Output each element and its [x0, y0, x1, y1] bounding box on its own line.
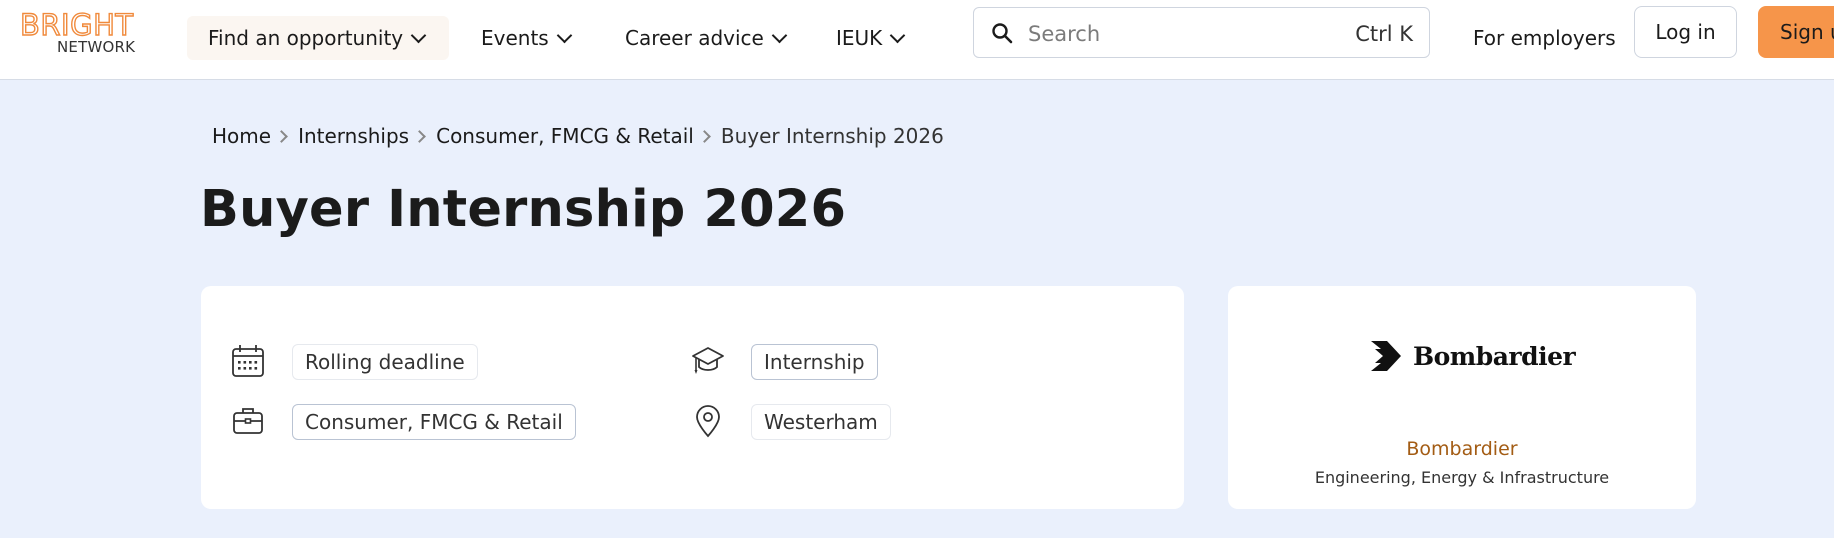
opportunity-type-tag[interactable]: Internship — [751, 344, 878, 380]
job-details-card: Rolling deadline Internship Consumer, FM… — [201, 286, 1184, 509]
chevron-down-icon — [410, 27, 427, 43]
nav-events[interactable]: Events — [481, 16, 572, 60]
logo-bright-text: BRIGHT — [19, 8, 134, 42]
search-shortcut: Ctrl K — [1355, 22, 1413, 46]
search-input[interactable]: Search Ctrl K — [973, 7, 1430, 58]
briefcase-icon — [233, 408, 263, 434]
search-icon — [992, 23, 1013, 44]
nav-events-label: Events — [481, 26, 549, 50]
breadcrumb: Home Internships Consumer, FMCG & Retail… — [212, 124, 944, 148]
signup-button[interactable]: Sign up — [1758, 6, 1834, 58]
chevron-down-icon — [771, 27, 788, 43]
deadline-tag: Rolling deadline — [292, 344, 478, 380]
logo-network-text: NETWORK — [57, 38, 136, 56]
sector-tag[interactable]: Consumer, FMCG & Retail — [292, 404, 576, 440]
chevron-right-icon — [413, 129, 426, 143]
login-button[interactable]: Log in — [1634, 6, 1737, 58]
chevron-right-icon — [275, 129, 288, 143]
company-logo-wordmark: Bombardier — [1413, 341, 1576, 371]
page-title: Buyer Internship 2026 — [200, 180, 847, 239]
bombardier-logo-mark — [1371, 341, 1401, 371]
bright-network-logo[interactable]: BRIGHT NETWORK — [19, 8, 150, 56]
company-card[interactable]: Bombardier Bombardier Engineering, Energ… — [1228, 286, 1696, 509]
map-pin-icon — [696, 405, 720, 438]
company-sector: Engineering, Energy & Infrastructure — [1314, 468, 1610, 487]
nav-find-opportunity[interactable]: Find an opportunity — [187, 16, 449, 60]
chevron-down-icon — [556, 27, 572, 43]
graduation-cap-icon — [692, 347, 724, 374]
nav-ieuk-label: IEUK — [836, 26, 883, 50]
calendar-icon — [232, 345, 264, 377]
location-tag: Westerham — [751, 404, 891, 440]
nav-find-opportunity-label: Find an opportunity — [208, 26, 404, 50]
breadcrumb-current: Buyer Internship 2026 — [720, 124, 944, 148]
top-navigation-bar: BRIGHT NETWORK Find an opportunity Event… — [0, 0, 1834, 80]
nav-career-advice-label: Career advice — [625, 26, 764, 50]
breadcrumb-home[interactable]: Home — [212, 124, 271, 148]
for-employers-link[interactable]: For employers — [1473, 16, 1616, 60]
chevron-right-icon — [697, 129, 711, 143]
chevron-down-icon — [890, 27, 906, 43]
nav-career-advice[interactable]: Career advice — [625, 16, 788, 60]
company-name-link[interactable]: Bombardier — [1228, 438, 1696, 460]
nav-ieuk[interactable]: IEUK — [836, 16, 906, 60]
breadcrumb-internships[interactable]: Internships — [298, 124, 409, 148]
search-placeholder: Search — [1028, 22, 1101, 46]
breadcrumb-sector[interactable]: Consumer, FMCG & Retail — [436, 124, 694, 148]
company-logo[interactable]: Bombardier — [1371, 341, 1576, 371]
